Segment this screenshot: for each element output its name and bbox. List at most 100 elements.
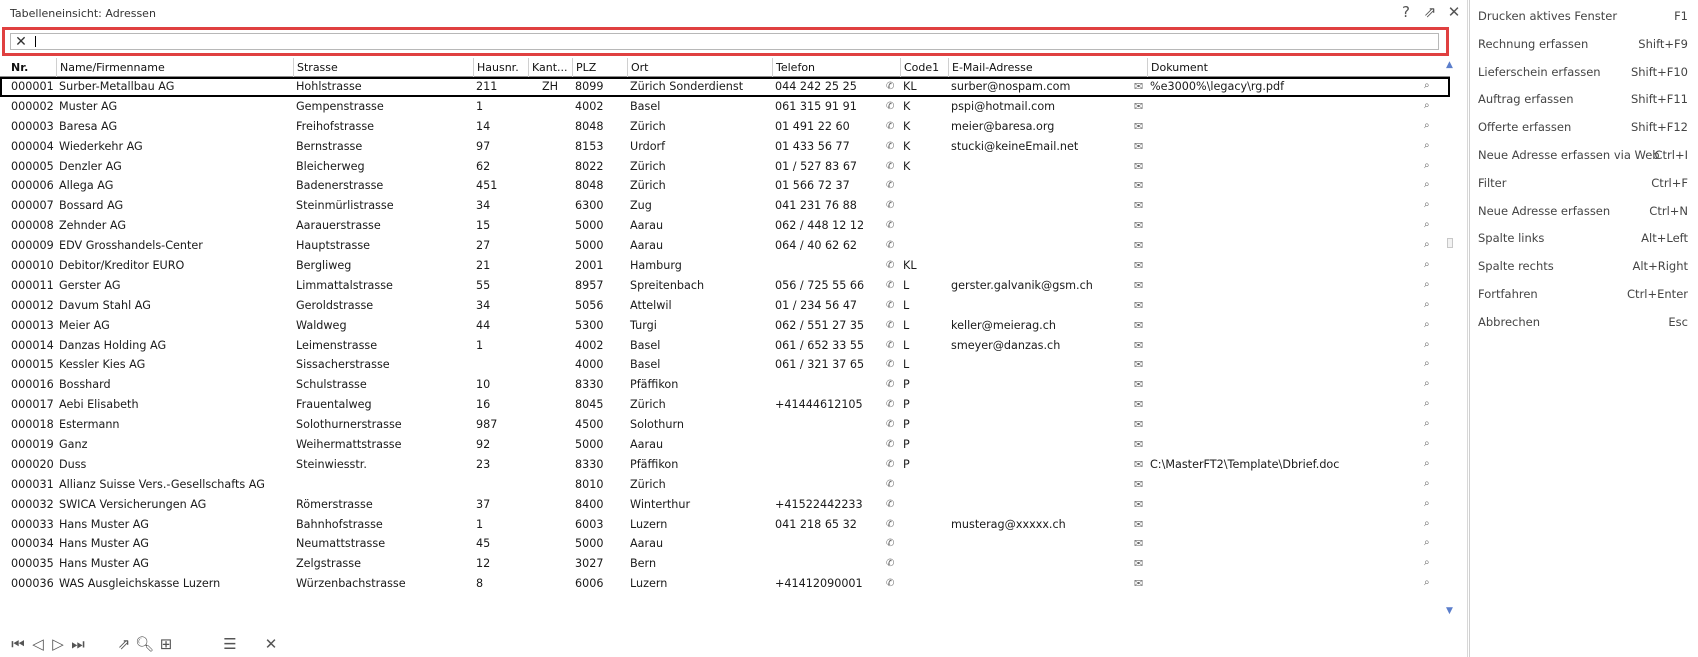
close-icon[interactable]: ✕ bbox=[262, 634, 280, 654]
clear-search-icon[interactable]: ✕ bbox=[14, 35, 28, 49]
previous-record-icon[interactable]: ◁ bbox=[30, 634, 46, 654]
shortcut-menu-item[interactable]: Auftrag erfassen Shift+F11 bbox=[1469, 84, 1698, 114]
scroll-up-icon[interactable]: ▲ bbox=[1446, 60, 1453, 70]
mail-icon[interactable]: ✉ bbox=[1134, 199, 1143, 212]
table-row[interactable]: 000013 Meier AG Waldweg 44 5300 Turgi 062 / 55… bbox=[0, 316, 1450, 336]
phone-icon[interactable]: ✆ bbox=[886, 180, 894, 191]
column-header[interactable]: Ort bbox=[627, 58, 772, 77]
column-header[interactable]: Strasse bbox=[293, 58, 473, 77]
table-row[interactable]: 000015 Kessler Kies AG Sissacherstrasse 400… bbox=[0, 355, 1450, 375]
mail-icon[interactable]: ✉ bbox=[1134, 478, 1143, 491]
open-document-icon[interactable]: ⌕ bbox=[1424, 239, 1430, 250]
vertical-scrollbar[interactable]: ▲ ▼ bbox=[1442, 58, 1458, 618]
table-row[interactable]: 000011 Gerster AG Limmattalstrasse 55 8957 Sp… bbox=[0, 276, 1450, 296]
table-row[interactable]: 000006 Allega AG Badenerstrasse 451 8048 Züri… bbox=[0, 176, 1450, 196]
phone-icon[interactable]: ✆ bbox=[886, 101, 894, 112]
mail-icon[interactable]: ✉ bbox=[1134, 358, 1143, 371]
next-record-icon[interactable]: ▷ bbox=[50, 634, 66, 654]
column-header[interactable]: Telefon bbox=[772, 58, 900, 77]
column-header[interactable]: E-Mail-Adresse bbox=[948, 58, 1147, 77]
column-header[interactable]: Dokument bbox=[1147, 58, 1437, 77]
mail-icon[interactable]: ✉ bbox=[1134, 418, 1143, 431]
table-row[interactable]: 000010 Debitor/Kreditor EURO Bergliweg 21 20… bbox=[0, 256, 1450, 276]
first-record-icon[interactable]: ⏮ bbox=[10, 634, 26, 654]
phone-icon[interactable]: ✆ bbox=[886, 240, 894, 251]
table-row[interactable]: 000020 Duss Steinwiesstr. 23 8330 Pfäffikon P C… bbox=[0, 455, 1450, 475]
shortcut-menu-item[interactable]: Rechnung erfassen Shift+F9 bbox=[1469, 29, 1698, 59]
mail-icon[interactable]: ✉ bbox=[1134, 299, 1143, 312]
open-document-icon[interactable]: ⌕ bbox=[1424, 518, 1430, 529]
close-icon[interactable]: ✕ bbox=[1446, 4, 1462, 20]
open-document-icon[interactable]: ⌕ bbox=[1424, 319, 1430, 330]
share-icon[interactable]: ⇗ bbox=[113, 634, 135, 654]
search-field[interactable]: ✕ bbox=[10, 33, 1439, 50]
table-row[interactable]: 000034 Hans Muster AG Neumattstrasse 45 5000… bbox=[0, 534, 1450, 554]
phone-icon[interactable]: ✆ bbox=[886, 320, 894, 331]
table-row[interactable]: 000007 Bossard AG Steinmürlistrasse 34 6300 Z… bbox=[0, 196, 1450, 216]
table-row[interactable]: 000012 Davum Stahl AG Geroldstrasse 34 5056 A… bbox=[0, 296, 1450, 316]
mail-icon[interactable]: ✉ bbox=[1134, 160, 1143, 173]
table-row[interactable]: 000016 Bosshard Schulstrasse 10 8330 Pfäffiko… bbox=[0, 375, 1450, 395]
phone-icon[interactable]: ✆ bbox=[886, 81, 894, 92]
last-record-icon[interactable]: ⏭ bbox=[70, 634, 86, 654]
mail-icon[interactable]: ✉ bbox=[1134, 339, 1143, 352]
mail-icon[interactable]: ✉ bbox=[1134, 100, 1143, 113]
share-icon[interactable]: ⇗ bbox=[1422, 4, 1438, 20]
phone-icon[interactable]: ✆ bbox=[886, 200, 894, 211]
help-icon[interactable]: ? bbox=[1398, 4, 1414, 20]
phone-icon[interactable]: ✆ bbox=[886, 479, 894, 490]
open-document-icon[interactable]: ⌕ bbox=[1424, 498, 1430, 509]
mail-icon[interactable]: ✉ bbox=[1134, 498, 1143, 511]
search-input[interactable] bbox=[33, 34, 1433, 49]
open-document-icon[interactable]: ⌕ bbox=[1424, 80, 1430, 91]
search-icon[interactable]: 🔍︎ bbox=[135, 634, 154, 654]
open-document-icon[interactable]: ⌕ bbox=[1424, 120, 1430, 131]
mail-icon[interactable]: ✉ bbox=[1134, 438, 1143, 451]
shortcut-menu-item[interactable]: Drucken aktives Fenster F1 bbox=[1469, 1, 1698, 31]
open-document-icon[interactable]: ⌕ bbox=[1424, 438, 1430, 449]
column-header[interactable]: Name/Firmenname bbox=[56, 58, 293, 77]
table-row[interactable]: 000036 WAS Ausgleichskasse Luzern Würzenba… bbox=[0, 574, 1450, 594]
phone-icon[interactable]: ✆ bbox=[886, 300, 894, 311]
mail-icon[interactable]: ✉ bbox=[1134, 179, 1143, 192]
table-row[interactable]: 000019 Ganz Weihermattstrasse 92 5000 Aarau P ✆… bbox=[0, 435, 1450, 455]
mail-icon[interactable]: ✉ bbox=[1134, 279, 1143, 292]
table-row[interactable]: 000017 Aebi Elisabeth Frauentalweg 16 8045 Zü… bbox=[0, 395, 1450, 415]
phone-icon[interactable]: ✆ bbox=[886, 121, 894, 132]
shortcut-menu-item[interactable]: Neue Adresse erfassen Ctrl+N bbox=[1469, 196, 1698, 226]
mail-icon[interactable]: ✉ bbox=[1134, 80, 1143, 93]
table-row[interactable]: 000003 Baresa AG Freihofstrasse 14 8048 Züric… bbox=[0, 117, 1450, 137]
column-header[interactable]: Code1 bbox=[900, 58, 948, 77]
shortcut-menu-item[interactable]: Spalte rechts Alt+Right bbox=[1469, 251, 1698, 281]
open-document-icon[interactable]: ⌕ bbox=[1424, 358, 1430, 369]
mail-icon[interactable]: ✉ bbox=[1134, 537, 1143, 550]
mail-icon[interactable]: ✉ bbox=[1134, 120, 1143, 133]
phone-icon[interactable]: ✆ bbox=[886, 499, 894, 510]
open-document-icon[interactable]: ⌕ bbox=[1424, 100, 1430, 111]
mail-icon[interactable]: ✉ bbox=[1134, 398, 1143, 411]
column-header[interactable]: Kant... bbox=[528, 58, 572, 77]
open-document-icon[interactable]: ⌕ bbox=[1424, 140, 1430, 151]
mail-icon[interactable]: ✉ bbox=[1134, 577, 1143, 590]
table-row[interactable]: 000031 Allianz Suisse Vers.-Gesellschafts… bbox=[0, 475, 1450, 495]
table-row[interactable]: 000004 Wiederkehr AG Bernstrasse 97 8153 Urdo… bbox=[0, 137, 1450, 157]
phone-icon[interactable]: ✆ bbox=[886, 399, 894, 410]
mail-icon[interactable]: ✉ bbox=[1134, 458, 1143, 471]
mail-icon[interactable]: ✉ bbox=[1134, 518, 1143, 531]
mail-icon[interactable]: ✉ bbox=[1134, 219, 1143, 232]
mail-icon[interactable]: ✉ bbox=[1134, 319, 1143, 332]
table-row[interactable]: 000005 Denzler AG Bleicherweg 62 8022 Zürich 0… bbox=[0, 157, 1450, 177]
phone-icon[interactable]: ✆ bbox=[886, 260, 894, 271]
open-document-icon[interactable]: ⌕ bbox=[1424, 458, 1430, 469]
open-document-icon[interactable]: ⌕ bbox=[1424, 339, 1430, 350]
phone-icon[interactable]: ✆ bbox=[886, 578, 894, 589]
table-row[interactable]: 000014 Danzas Holding AG Leimenstrasse 1 400… bbox=[0, 336, 1450, 356]
open-document-icon[interactable]: ⌕ bbox=[1424, 219, 1430, 230]
shortcut-menu-item[interactable]: Spalte links Alt+Left bbox=[1469, 223, 1698, 253]
column-header[interactable]: Nr. bbox=[8, 58, 56, 77]
column-header[interactable]: Hausnr. bbox=[473, 58, 528, 77]
table-row[interactable]: 000032 SWICA Versicherungen AG Römerstrass… bbox=[0, 495, 1450, 515]
table-row[interactable]: 000035 Hans Muster AG Zelgstrasse 12 3027 Ber… bbox=[0, 554, 1450, 574]
phone-icon[interactable]: ✆ bbox=[886, 538, 894, 549]
shortcut-menu-item[interactable]: Fortfahren Ctrl+Enter bbox=[1469, 279, 1698, 309]
